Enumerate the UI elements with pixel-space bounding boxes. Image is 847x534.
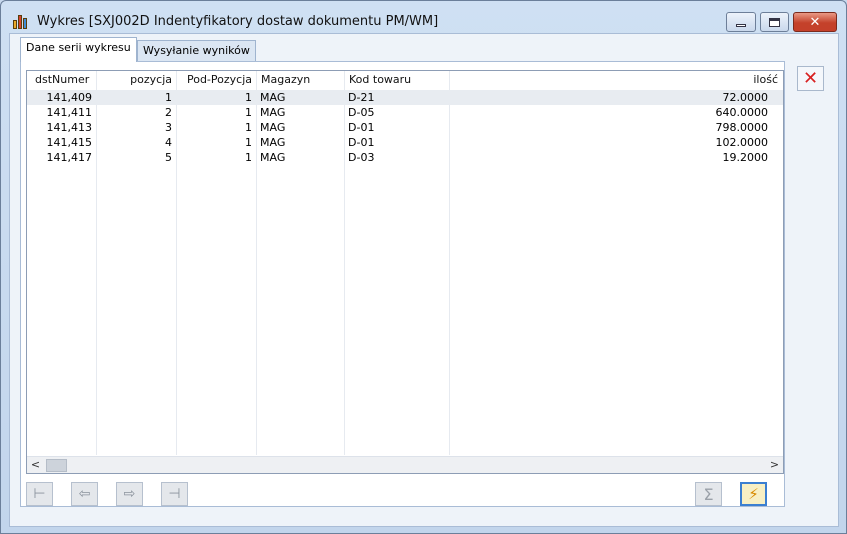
refresh-button[interactable]: ⚡ bbox=[740, 482, 767, 506]
cell-ilosc: 72.0000 bbox=[722, 91, 769, 104]
horizontal-scrollbar[interactable]: < > bbox=[27, 456, 783, 473]
minimize-button[interactable] bbox=[726, 12, 756, 32]
next-record-button[interactable]: ⇨ bbox=[116, 482, 143, 506]
prev-record-icon: ⇦ bbox=[78, 486, 91, 502]
table-row[interactable]: 141,409 1 1 MAG D-21 72.0000 bbox=[27, 90, 783, 105]
table-row[interactable]: 141,417 5 1 MAG D-03 19.2000 bbox=[27, 150, 783, 165]
scroll-right-button[interactable]: > bbox=[766, 457, 783, 473]
sum-icon: Σ bbox=[703, 484, 714, 504]
cell-ilosc: 640.0000 bbox=[715, 106, 769, 119]
chart-window: Wykres [SXJ002D Indentyfikatory dostaw d… bbox=[0, 0, 847, 534]
cell-pod-pozycja: 1 bbox=[245, 136, 252, 149]
column-header-pod-pozycja[interactable]: Pod-Pozycja bbox=[177, 71, 256, 89]
cell-pod-pozycja: 1 bbox=[245, 106, 252, 119]
cell-ilosc: 19.2000 bbox=[722, 151, 769, 164]
scroll-left-button[interactable]: < bbox=[27, 457, 44, 473]
column-header-kod-towaru[interactable]: Kod towaru bbox=[345, 71, 449, 89]
column-header-ilosc[interactable]: ilość bbox=[450, 71, 782, 89]
chart-icon bbox=[12, 13, 30, 29]
sum-button[interactable]: Σ bbox=[695, 482, 722, 506]
maximize-button[interactable] bbox=[760, 12, 789, 32]
minimize-icon bbox=[736, 23, 746, 27]
table-row[interactable]: 141,415 4 1 MAG D-01 102.0000 bbox=[27, 135, 783, 150]
first-record-button[interactable]: ⊢ bbox=[26, 482, 53, 506]
column-header-magazyn[interactable]: Magazyn bbox=[257, 71, 344, 89]
cell-magazyn: MAG bbox=[260, 106, 286, 119]
cell-magazyn: MAG bbox=[260, 136, 286, 149]
close-icon: ✕ bbox=[809, 14, 821, 30]
cell-ilosc: 102.0000 bbox=[715, 136, 769, 149]
refresh-icon: ⚡ bbox=[748, 485, 759, 503]
cell-pod-pozycja: 1 bbox=[245, 121, 252, 134]
close-button[interactable]: ✕ bbox=[797, 66, 824, 91]
cell-dstnumer: 141,417 bbox=[46, 151, 93, 164]
last-record-button[interactable]: ⊣ bbox=[161, 482, 188, 506]
cell-pozycja: 3 bbox=[165, 121, 172, 134]
cell-pozycja: 2 bbox=[165, 106, 172, 119]
cell-kod-towaru: D-05 bbox=[348, 106, 375, 119]
tab-wysylanie-wynikow[interactable]: Wysyłanie wyników bbox=[137, 40, 256, 61]
cell-magazyn: MAG bbox=[260, 151, 286, 164]
cell-kod-towaru: D-03 bbox=[348, 151, 375, 164]
title-bar: Wykres [SXJ002D Indentyfikatory dostaw d… bbox=[1, 1, 846, 33]
last-record-icon: ⊣ bbox=[168, 486, 181, 502]
next-record-icon: ⇨ bbox=[123, 486, 136, 502]
prev-record-button[interactable]: ⇦ bbox=[71, 482, 98, 506]
cell-dstnumer: 141,413 bbox=[46, 121, 93, 134]
window-title: Wykres [SXJ002D Indentyfikatory dostaw d… bbox=[37, 14, 439, 29]
scrollbar-thumb[interactable] bbox=[46, 459, 67, 472]
window-content: Dane serii wykresu Wysyłanie wyników dst… bbox=[9, 33, 839, 527]
cell-kod-towaru: D-21 bbox=[348, 91, 375, 104]
maximize-icon bbox=[769, 17, 780, 27]
cell-kod-towaru: D-01 bbox=[348, 121, 375, 134]
cell-pozycja: 5 bbox=[165, 151, 172, 164]
close-window-button[interactable]: ✕ bbox=[793, 12, 837, 32]
cell-ilosc: 798.0000 bbox=[715, 121, 769, 134]
column-header-pozycja[interactable]: pozycja bbox=[97, 71, 176, 89]
data-grid: dstNumer pozycja Pod-Pozycja Magazyn Kod… bbox=[26, 70, 784, 474]
cell-pod-pozycja: 1 bbox=[245, 91, 252, 104]
cell-pod-pozycja: 1 bbox=[245, 151, 252, 164]
column-header-dstnumer[interactable]: dstNumer bbox=[31, 71, 96, 89]
cell-pozycja: 1 bbox=[165, 91, 172, 104]
cell-dstnumer: 141,409 bbox=[46, 91, 93, 104]
tab-dane-serii-wykresu[interactable]: Dane serii wykresu bbox=[20, 37, 137, 62]
cell-magazyn: MAG bbox=[260, 91, 286, 104]
table-row[interactable]: 141,411 2 1 MAG D-05 640.0000 bbox=[27, 105, 783, 120]
cell-dstnumer: 141,411 bbox=[46, 106, 93, 119]
first-record-icon: ⊢ bbox=[33, 486, 46, 502]
cell-pozycja: 4 bbox=[165, 136, 172, 149]
cell-dstnumer: 141,415 bbox=[46, 136, 93, 149]
cell-magazyn: MAG bbox=[260, 121, 286, 134]
tab-panel: dstNumer pozycja Pod-Pozycja Magazyn Kod… bbox=[20, 61, 785, 507]
close-icon: ✕ bbox=[802, 68, 819, 89]
cell-kod-towaru: D-01 bbox=[348, 136, 375, 149]
table-row[interactable]: 141,413 3 1 MAG D-01 798.0000 bbox=[27, 120, 783, 135]
